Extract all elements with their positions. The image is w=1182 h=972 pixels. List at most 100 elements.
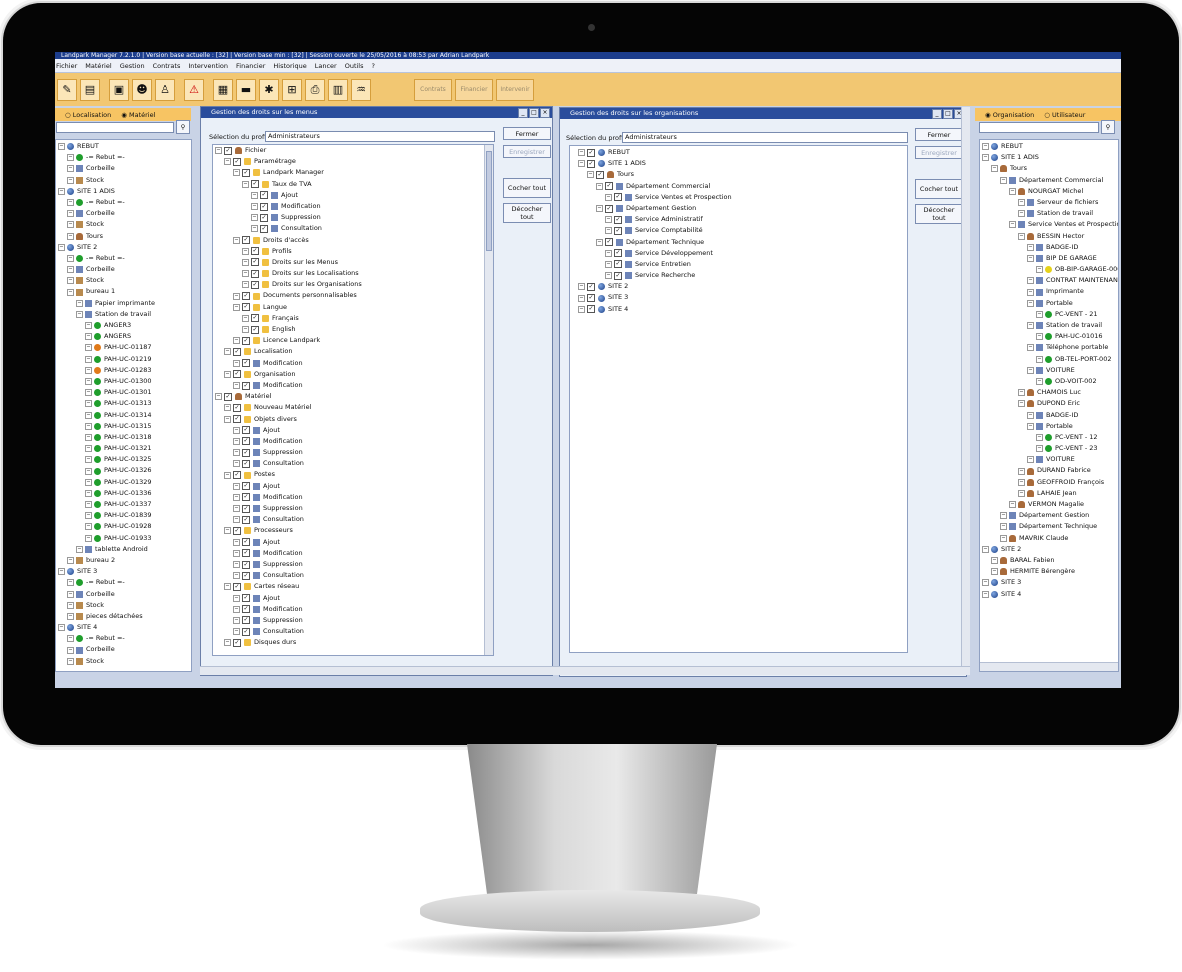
expand-toggle-icon[interactable]: − [1027,277,1034,285]
tree-node[interactable]: − SITE 2 [982,544,1118,555]
tree-node[interactable]: − DURAND Fabrice [982,465,1118,476]
right-checkbox[interactable]: ✓ [260,191,268,200]
right-checkbox[interactable]: ✓ [605,182,613,191]
tree-node[interactable]: − ✓ Suppression [215,503,362,514]
tree-node[interactable]: − ✓ SITE 3 [578,292,732,303]
expand-toggle-icon[interactable]: − [242,270,249,278]
tree-node[interactable]: − ✓ Modification [215,201,362,212]
tree-node[interactable]: − ✓ Matériel [215,391,362,402]
tree-node[interactable]: − ✓ Suppression [215,615,362,626]
tree-node[interactable]: − bureau 2 [58,555,155,566]
tree-node[interactable]: − Portable [982,298,1118,309]
tree-node[interactable]: − ✓ Objets divers [215,414,362,425]
expand-toggle-icon[interactable]: − [233,616,240,624]
expand-toggle-icon[interactable]: − [67,176,74,184]
tree-node[interactable]: − BADGE-ID [982,410,1118,421]
menu-item[interactable]: Historique [273,62,306,70]
paint-icon[interactable]: ♒ [351,78,371,101]
right-checkbox[interactable]: ✓ [251,325,259,334]
tree-node[interactable]: − VERMON Magalie [982,499,1118,510]
warning-icon[interactable]: ⚠ [184,78,204,101]
right-checkbox[interactable]: ✓ [614,271,622,280]
building-icon[interactable]: ▤ [80,78,100,101]
tree-node[interactable]: − ✓ SITE 4 [578,304,732,315]
minimize-icon[interactable]: _ [518,108,528,118]
expand-toggle-icon[interactable]: − [233,628,240,636]
expand-toggle-icon[interactable]: − [58,568,65,576]
expand-toggle-icon[interactable]: − [1009,221,1016,229]
right-checkbox[interactable]: ✓ [587,148,595,157]
tree-node[interactable]: − ✓ REBUT [578,147,732,158]
hierarchy-icon[interactable]: ⊞ [282,78,302,101]
tree-node[interactable]: − ANGERS [58,331,155,342]
tree-node[interactable]: − ✓ Consultation [215,570,362,581]
tree-node[interactable]: − ✓ Français [215,313,362,324]
expand-toggle-icon[interactable]: − [991,568,998,576]
expand-toggle-icon[interactable]: − [587,171,594,179]
right-checkbox[interactable]: ✓ [242,292,250,301]
menus-tree-scrollbar[interactable] [484,145,493,655]
right-checkbox[interactable]: ✓ [233,471,241,480]
expand-toggle-icon[interactable]: − [67,590,74,598]
tree-node[interactable]: − ✓ SITE 1 ADIS [578,158,732,169]
menus-profile-select[interactable]: Administrateurs [265,131,495,142]
menu-item[interactable]: Fichier [56,62,77,70]
tree-node[interactable]: − ✓ Cartes réseau [215,581,362,592]
expand-toggle-icon[interactable]: − [233,549,240,557]
expand-toggle-icon[interactable]: − [1036,445,1043,453]
right-checkbox[interactable]: ✓ [242,504,250,513]
maximize-icon[interactable]: □ [943,109,953,119]
expand-toggle-icon[interactable]: − [578,294,585,302]
expand-toggle-icon[interactable]: − [1027,422,1034,430]
expand-toggle-icon[interactable]: − [578,160,585,168]
expand-toggle-icon[interactable]: − [224,415,231,423]
expand-toggle-icon[interactable]: − [85,523,92,531]
tree-node[interactable]: − ANGER3 [58,320,155,331]
tree-node[interactable]: − PAH-UC-01283 [58,365,155,376]
expand-toggle-icon[interactable]: − [85,478,92,486]
tree-node[interactable]: − MAVRIK Claude [982,533,1118,544]
tree-node[interactable]: − ✓ Ajout [215,481,362,492]
tree-node[interactable]: − ✓ Modification [215,358,362,369]
tree-node[interactable]: − PC-VENT - 21 [982,309,1118,320]
tree-node[interactable]: − tablette Android [58,544,155,555]
menu-item[interactable]: Gestion [120,62,145,70]
expand-toggle-icon[interactable]: − [58,624,65,632]
person-icon[interactable]: ♙ [155,78,175,101]
tree-node[interactable]: − ✓ Modification [215,380,362,391]
expand-toggle-icon[interactable]: − [982,143,989,151]
tree-node[interactable]: − PAH-UC-01933 [58,533,155,544]
tree-node[interactable]: − PAH-UC-01318 [58,432,155,443]
tree-node[interactable]: − ✓ Consultation [215,514,362,525]
expand-toggle-icon[interactable]: − [233,605,240,613]
expand-toggle-icon[interactable]: − [1027,456,1034,464]
tree-node[interactable]: − ✓ Modification [215,436,362,447]
tree-node[interactable]: − ✓ Service Ventes et Prospection [578,192,732,203]
tree-node[interactable]: − -= Rebut =- [58,577,155,588]
right-checkbox[interactable]: ✓ [242,594,250,603]
right-checkbox[interactable]: ✓ [614,249,622,258]
expand-toggle-icon[interactable]: − [1018,478,1025,486]
document-icon[interactable]: ▦ [213,78,233,101]
expand-toggle-icon[interactable]: − [76,299,83,307]
tree-node[interactable]: − PAH-UC-01337 [58,499,155,510]
expand-toggle-icon[interactable]: − [85,422,92,430]
menus-enregistrer-button[interactable]: Enregistrer [503,145,551,158]
expand-toggle-icon[interactable]: − [605,193,612,201]
expand-toggle-icon[interactable]: − [251,225,258,233]
tree-node[interactable]: − Service Ventes et Prospection [982,219,1118,230]
right-checkbox[interactable]: ✓ [251,180,259,189]
right-checkbox[interactable]: ✓ [242,336,250,345]
tree-node[interactable]: − Stock [58,275,155,286]
expand-toggle-icon[interactable]: − [242,247,249,255]
expand-toggle-icon[interactable]: − [67,277,74,285]
expand-toggle-icon[interactable]: − [1018,210,1025,218]
workspace-scrollbar[interactable] [961,107,970,667]
expand-toggle-icon[interactable]: − [1036,355,1043,363]
expand-toggle-icon[interactable]: − [1036,333,1043,341]
tree-node[interactable]: − ✓ Fichier [215,145,362,156]
expand-toggle-icon[interactable]: − [67,646,74,654]
tree-node[interactable]: − PAH-UC-01839 [58,510,155,521]
menus-fermer-button[interactable]: Fermer [503,127,551,140]
right-checkbox[interactable]: ✓ [242,538,250,547]
